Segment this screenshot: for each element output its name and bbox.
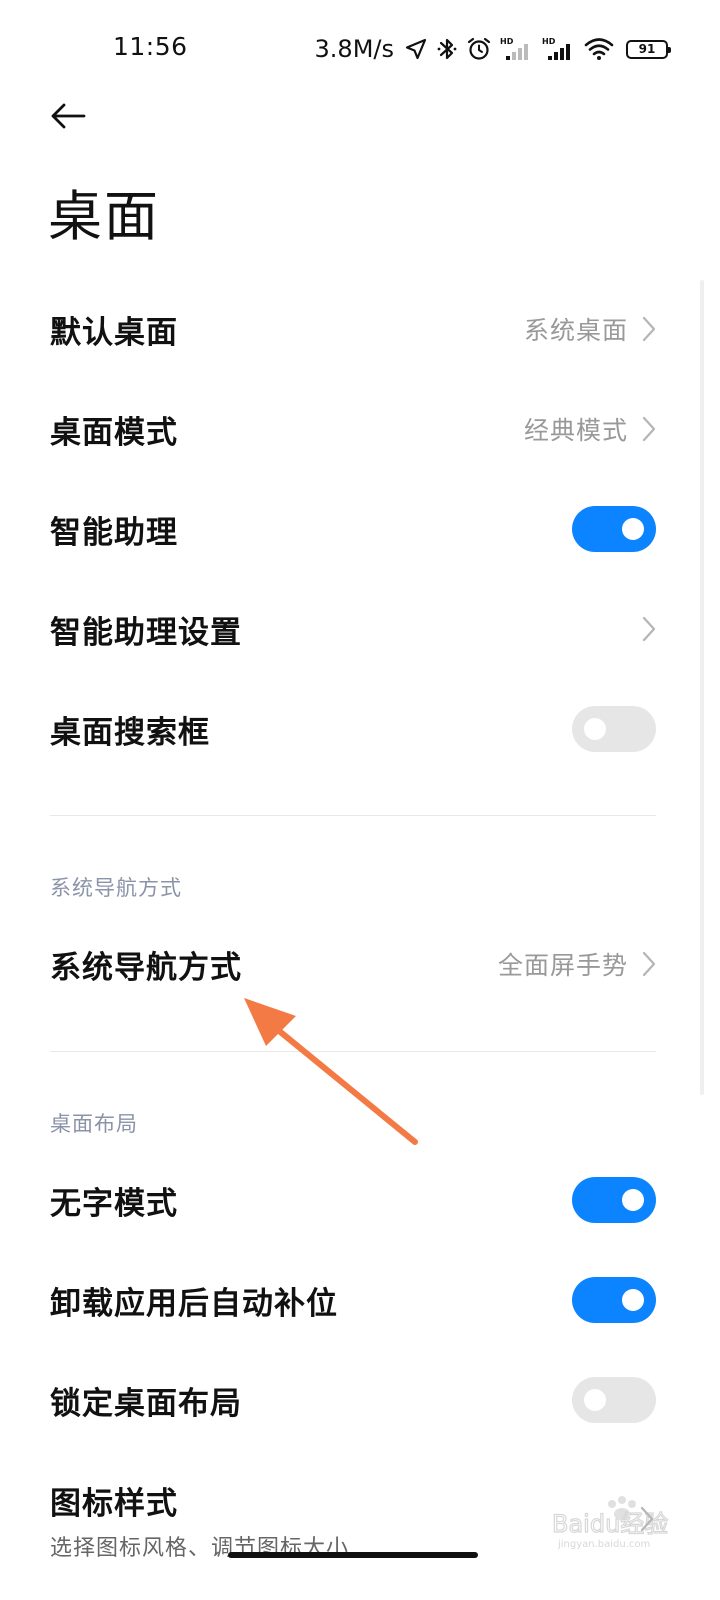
alarm-icon <box>466 36 492 62</box>
baidu-watermark: Baidu经验 jingyan.baidu.com <box>550 1490 686 1550</box>
smart-assistant-toggle[interactable] <box>572 506 656 552</box>
bluetooth-icon <box>436 36 458 62</box>
section-header-navigation: 系统导航方式 <box>50 876 182 900</box>
chevron-right-icon <box>642 416 656 442</box>
status-icons: 3.8M/s HD HD 91 <box>314 32 671 66</box>
lock-home-layout-row: 锁定桌面布局 <box>50 1350 656 1450</box>
smart-assistant-row: 智能助理 <box>50 479 656 579</box>
battery-level: 91 <box>638 42 656 56</box>
hd-signal-icon: HD <box>500 36 534 62</box>
row-label: 卸载应用后自动补位 <box>50 1285 338 1322</box>
back-arrow-icon <box>48 101 88 135</box>
row-value: 经典模式 <box>523 416 628 445</box>
row-label: 默认桌面 <box>50 314 178 351</box>
row-label: 图标样式 <box>50 1486 178 1522</box>
row-label: 系统导航方式 <box>50 949 242 986</box>
chevron-right-icon <box>642 316 656 342</box>
watermark-url: jingyan.baidu.com <box>557 1539 650 1550</box>
row-label: 无字模式 <box>50 1185 178 1222</box>
back-button[interactable] <box>42 94 94 142</box>
no-label-mode-row: 无字模式 <box>50 1150 656 1250</box>
status-bar: 11:56 3.8M/s HD HD 91 <box>0 0 720 96</box>
no-label-mode-toggle[interactable] <box>572 1177 656 1223</box>
row-value: 全面屏手势 <box>497 951 628 980</box>
launcher-mode-row[interactable]: 桌面模式 经典模式 <box>50 379 656 479</box>
location-icon <box>404 37 428 61</box>
row-label: 桌面模式 <box>50 414 178 451</box>
annotation-arrow-icon <box>244 998 418 1145</box>
status-time: 11:56 <box>113 32 188 61</box>
home-search-bar-toggle[interactable] <box>572 706 656 752</box>
row-label: 锁定桌面布局 <box>50 1385 242 1422</box>
row-label: 智能助理 <box>50 514 178 551</box>
row-label: 智能助理设置 <box>50 614 242 651</box>
divider <box>50 815 656 816</box>
battery-icon: 91 <box>626 39 671 59</box>
network-speed: 3.8M/s <box>314 35 394 63</box>
row-label: 桌面搜索框 <box>50 714 210 751</box>
home-search-bar-row: 桌面搜索框 <box>50 679 656 779</box>
hd-signal-icon: HD <box>542 36 576 62</box>
chevron-right-icon <box>642 951 656 977</box>
scroll-indicator[interactable] <box>700 280 704 1095</box>
home-indicator[interactable] <box>228 1552 478 1558</box>
page-title: 桌面 <box>48 185 160 248</box>
lock-home-layout-toggle[interactable] <box>572 1377 656 1423</box>
auto-fill-after-uninstall-row: 卸载应用后自动补位 <box>50 1250 656 1350</box>
row-value: 系统桌面 <box>523 316 628 345</box>
chevron-right-icon <box>642 616 656 642</box>
watermark-text: Baidu经验 <box>552 1510 668 1538</box>
wifi-icon <box>584 37 614 61</box>
section-header-layout: 桌面布局 <box>50 1112 138 1136</box>
svg-text:HD: HD <box>500 37 514 46</box>
smart-assistant-settings-row[interactable]: 智能助理设置 <box>50 579 656 679</box>
default-launcher-row[interactable]: 默认桌面 系统桌面 <box>50 279 656 379</box>
svg-text:HD: HD <box>542 37 556 46</box>
auto-fill-after-uninstall-toggle[interactable] <box>572 1277 656 1323</box>
